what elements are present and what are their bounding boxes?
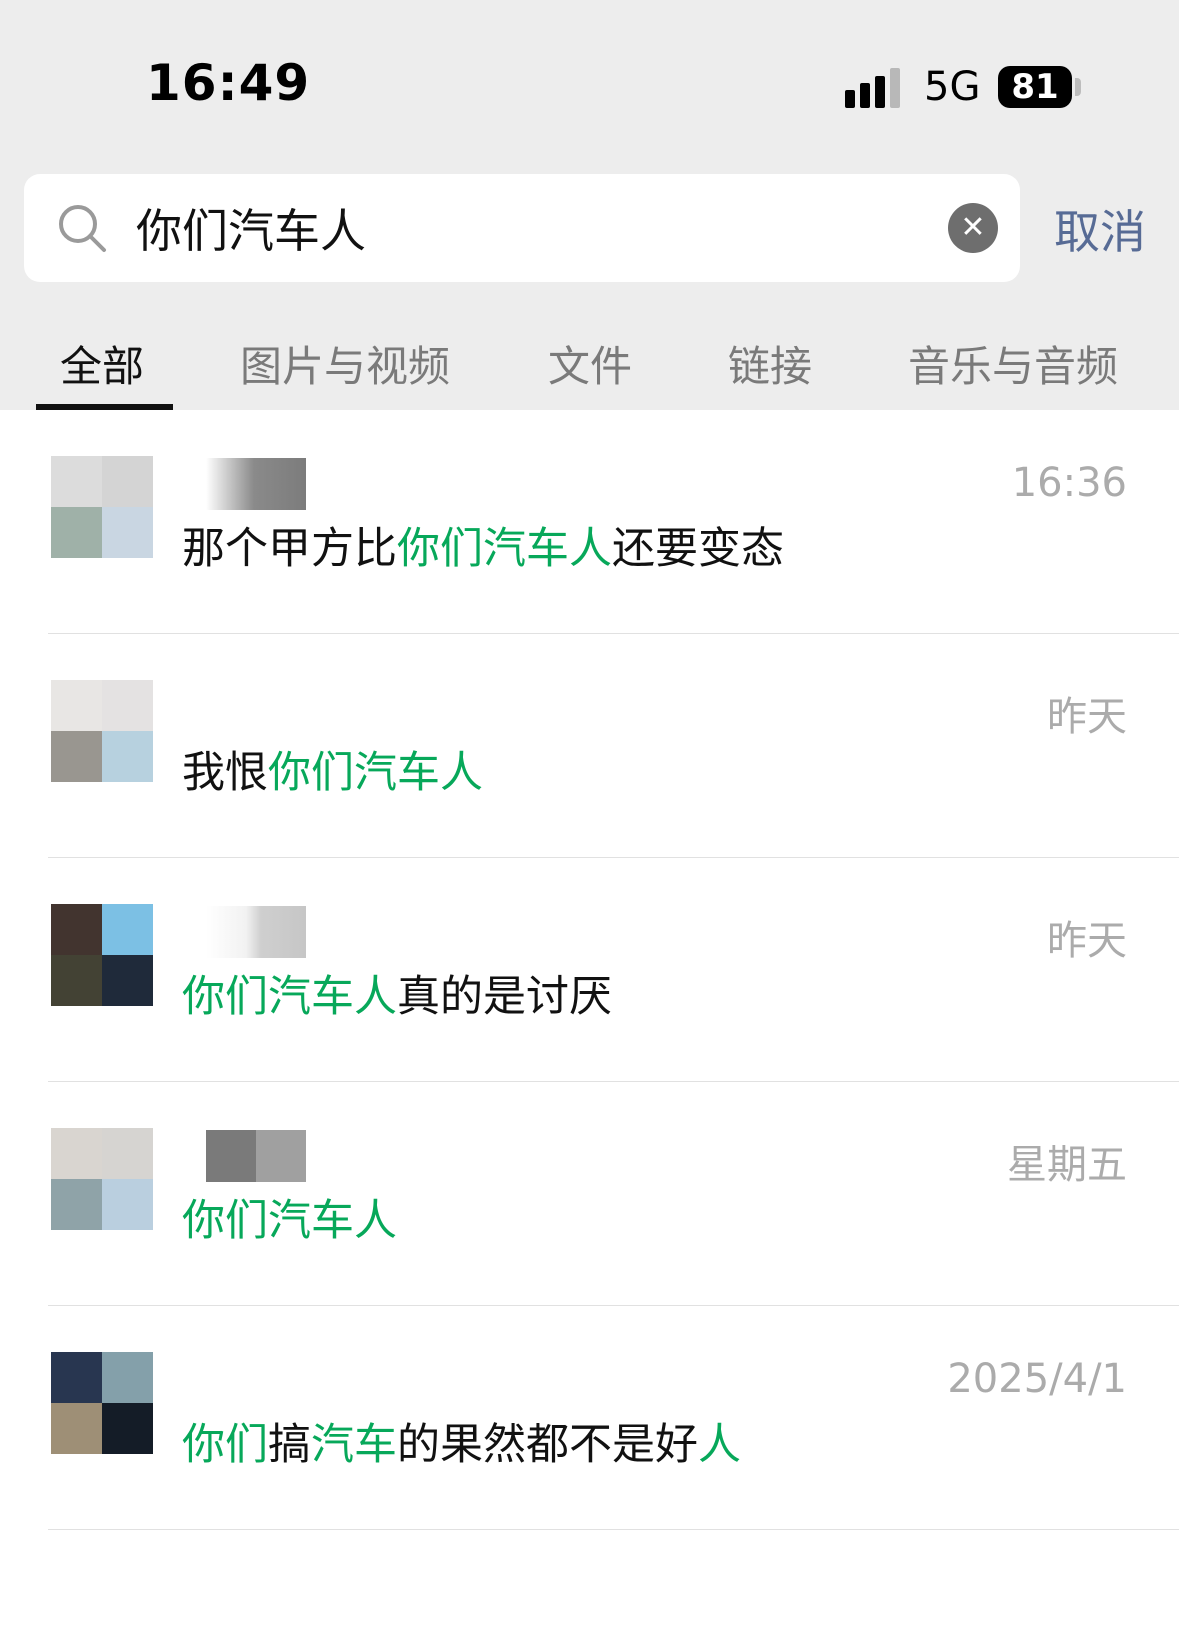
- result-row[interactable]: 那个甲方比你们汽车人还要变态 16:36: [0, 410, 1179, 634]
- result-row[interactable]: 我恨你们汽车人 昨天: [0, 634, 1179, 858]
- avatar-tile: [51, 456, 102, 507]
- avatar-tile: [102, 1128, 153, 1179]
- message-snippet: 那个甲方比你们汽车人还要变态: [182, 514, 784, 576]
- message-snippet: 你们汽车人: [182, 1186, 397, 1248]
- avatar-tile: [51, 680, 102, 731]
- result-row[interactable]: 你们汽车人 星期五: [0, 1082, 1179, 1306]
- search-bar[interactable]: ✕: [24, 174, 1020, 282]
- sender-name-redacted: [206, 1130, 306, 1182]
- avatar-tile: [102, 904, 153, 955]
- close-icon: ✕: [960, 210, 986, 245]
- tab-all[interactable]: 全部: [60, 333, 144, 394]
- avatar-tile: [102, 680, 153, 731]
- tab-links[interactable]: 链接: [728, 333, 812, 394]
- search-input[interactable]: [136, 192, 936, 264]
- avatar-tile: [51, 955, 102, 1006]
- message-time: 星期五: [1007, 1142, 1127, 1188]
- snippet-text: 真的是讨厌: [397, 972, 612, 1022]
- avatar-tile: [102, 955, 153, 1006]
- message-snippet: 你们搞汽车的果然都不是好人: [182, 1410, 741, 1472]
- keyword-highlight: 汽车: [311, 1420, 397, 1470]
- snippet-text: 还要变态: [612, 524, 784, 574]
- message-snippet: 我恨你们汽车人: [182, 738, 483, 800]
- avatar-tile: [51, 1352, 102, 1403]
- avatar-tile: [51, 507, 102, 558]
- cellular-signal-icon: [845, 68, 900, 108]
- avatar-tile: [51, 1179, 102, 1230]
- snippet-text: 那个甲方比: [182, 524, 397, 574]
- snippet-text: 的果然都不是好: [397, 1420, 698, 1470]
- keyword-highlight: 你们汽车人: [182, 1196, 397, 1246]
- divider: [48, 1529, 1179, 1530]
- keyword-highlight: 你们: [182, 1420, 268, 1470]
- keyword-highlight: 人: [698, 1420, 741, 1470]
- avatar: [51, 1352, 153, 1454]
- battery-level: 81: [1011, 67, 1059, 107]
- tab-files[interactable]: 文件: [548, 333, 632, 394]
- avatar: [51, 1128, 153, 1230]
- battery-tip: [1075, 78, 1081, 96]
- battery-icon: 81: [998, 66, 1072, 108]
- avatar-tile: [102, 731, 153, 782]
- avatar: [51, 680, 153, 782]
- status-time: 16:49: [146, 54, 311, 112]
- result-row[interactable]: 你们汽车人真的是讨厌 昨天: [0, 858, 1179, 1082]
- message-time: 16:36: [1011, 460, 1127, 506]
- keyword-highlight: 你们汽车人: [182, 972, 397, 1022]
- avatar-tile: [102, 1352, 153, 1403]
- avatar-tile: [102, 1403, 153, 1454]
- avatar-tile: [51, 731, 102, 782]
- avatar-tile: [102, 1179, 153, 1230]
- avatar-tile: [51, 904, 102, 955]
- result-row[interactable]: 你们搞汽车的果然都不是好人 2025/4/1: [0, 1306, 1179, 1530]
- avatar: [51, 904, 153, 1006]
- tab-music-audio[interactable]: 音乐与音频: [908, 333, 1118, 394]
- clear-search-button[interactable]: ✕: [948, 203, 998, 253]
- search-icon: [59, 205, 106, 252]
- avatar-tile: [102, 456, 153, 507]
- cancel-button[interactable]: 取消: [1054, 196, 1146, 262]
- snippet-text: 搞: [268, 1420, 311, 1470]
- message-time: 2025/4/1: [947, 1356, 1127, 1402]
- avatar-tile: [102, 507, 153, 558]
- network-type: 5G: [924, 64, 981, 110]
- message-time: 昨天: [1047, 918, 1127, 964]
- tab-images-videos[interactable]: 图片与视频: [240, 333, 450, 394]
- snippet-text: 我恨: [182, 748, 268, 798]
- keyword-highlight: 你们汽车人: [397, 524, 612, 574]
- avatar-tile: [51, 1403, 102, 1454]
- keyword-highlight: 你们汽车人: [268, 748, 483, 798]
- avatar-tile: [51, 1128, 102, 1179]
- sender-name-redacted: [206, 458, 306, 510]
- message-time: 昨天: [1047, 694, 1127, 740]
- message-snippet: 你们汽车人真的是讨厌: [182, 962, 612, 1024]
- avatar: [51, 456, 153, 558]
- sender-name-redacted: [206, 906, 306, 958]
